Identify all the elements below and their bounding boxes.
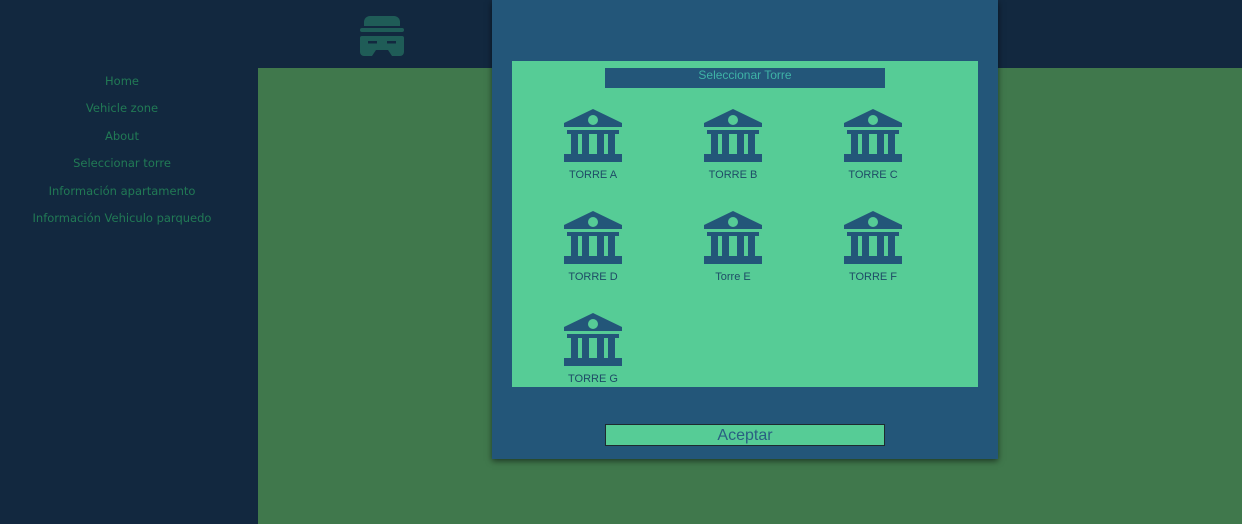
tower-option-d[interactable]: TORRE D bbox=[533, 211, 653, 295]
tower-label: TORRE A bbox=[568, 169, 618, 181]
tower-option-a[interactable]: TORRE A bbox=[533, 109, 653, 193]
tower-option-e[interactable]: Torre E bbox=[673, 211, 793, 295]
nav-item-informacion-apartamento[interactable]: Información apartamento bbox=[0, 182, 244, 209]
tower-option-g[interactable]: TORRE G bbox=[533, 313, 653, 387]
tower-label: TORRE C bbox=[848, 169, 898, 181]
tower-label: TORRE D bbox=[568, 271, 618, 283]
incognito-car-icon[interactable] bbox=[358, 14, 406, 58]
tower-option-f[interactable]: TORRE F bbox=[813, 211, 933, 295]
bank-building-icon bbox=[564, 211, 622, 264]
tower-grid-panel: Seleccionar Torre TORRE A TORRE B TORRE … bbox=[512, 61, 978, 387]
bank-building-icon bbox=[564, 109, 622, 162]
bank-building-icon bbox=[704, 109, 762, 162]
bank-building-icon bbox=[564, 313, 622, 366]
tower-select-modal: Seleccionar Torre TORRE A TORRE B TORRE … bbox=[492, 0, 998, 459]
tower-label: Torre E bbox=[715, 271, 751, 283]
nav-item-seleccionar-torre[interactable]: Seleccionar torre bbox=[0, 154, 244, 181]
sidebar-nav: Home Vehicle zone About Seleccionar torr… bbox=[0, 72, 244, 236]
bank-building-icon bbox=[844, 109, 902, 162]
nav-item-home[interactable]: Home bbox=[0, 72, 244, 99]
nav-item-vehicle-zone[interactable]: Vehicle zone bbox=[0, 99, 244, 126]
nav-item-informacion-vehiculo[interactable]: Información Vehiculo parquedo bbox=[0, 209, 244, 236]
tower-label: TORRE G bbox=[568, 373, 618, 385]
accept-button[interactable]: Aceptar bbox=[605, 424, 885, 446]
modal-title: Seleccionar Torre bbox=[605, 68, 885, 88]
tower-option-b[interactable]: TORRE B bbox=[673, 109, 793, 193]
bank-building-icon bbox=[704, 211, 762, 264]
tower-option-c[interactable]: TORRE C bbox=[813, 109, 933, 193]
sidebar: Home Vehicle zone About Seleccionar torr… bbox=[0, 68, 258, 524]
tower-label: TORRE B bbox=[708, 169, 758, 181]
bank-building-icon bbox=[844, 211, 902, 264]
nav-item-about[interactable]: About bbox=[0, 127, 244, 154]
tower-label: TORRE F bbox=[848, 271, 898, 283]
